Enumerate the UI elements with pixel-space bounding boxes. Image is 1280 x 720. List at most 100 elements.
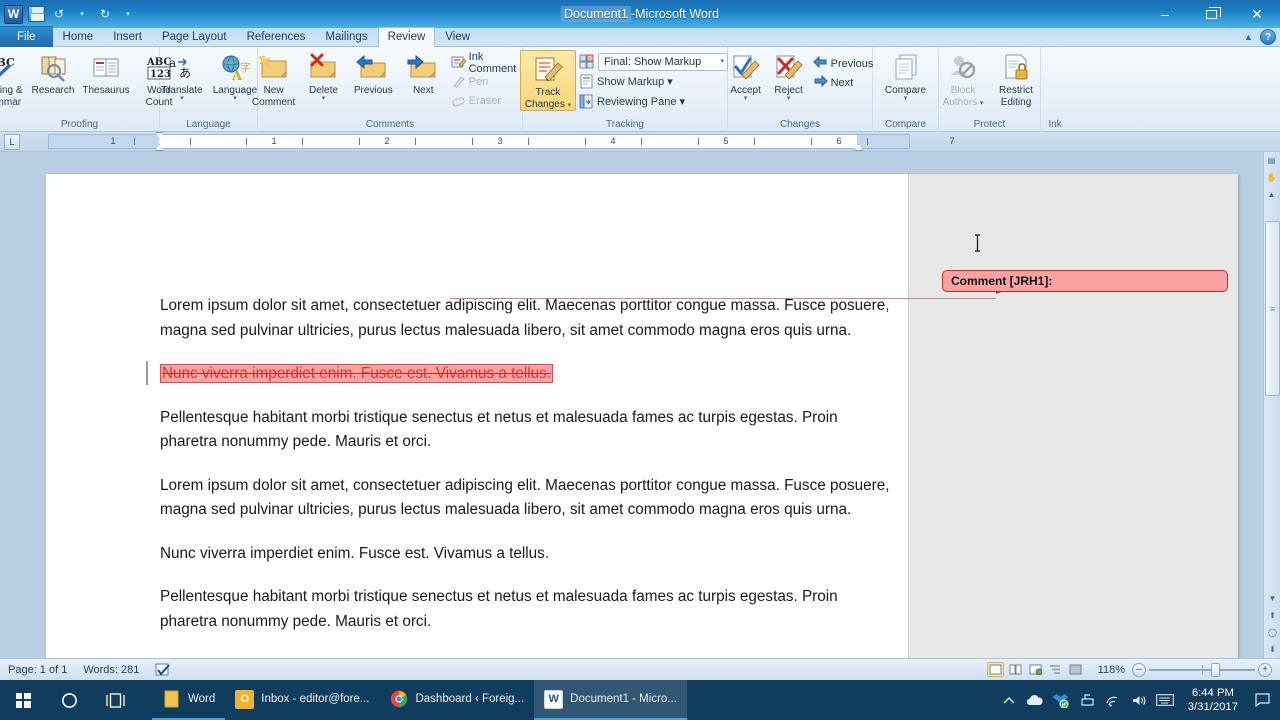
previous-comment-button[interactable]: Previous	[349, 49, 398, 96]
tab-file[interactable]: File	[0, 26, 53, 47]
hand-tool-icon[interactable]: ✋	[1263, 169, 1280, 186]
paragraph-1: Lorem ipsum dolor sit amet, consectetuer…	[160, 297, 890, 339]
view-web-layout-button[interactable]	[1027, 662, 1044, 677]
thesaurus-button[interactable]: Thesaurus	[80, 49, 132, 96]
thesaurus-icon	[91, 52, 121, 84]
compare-button[interactable]: Compare ▾	[880, 49, 932, 102]
customize-qat-button[interactable]: ▾	[118, 4, 138, 24]
volume-button[interactable]	[1126, 680, 1152, 720]
zoom-in-button[interactable]: +	[1258, 662, 1272, 677]
language-dropdown-icon[interactable]: ▾	[233, 95, 237, 102]
ribbon-group-language: a あ Translate ▾ A 字 Language ▾ Language	[160, 47, 258, 132]
next-change-icon	[813, 75, 828, 90]
page-indicator[interactable]: Page: 1 of 1	[0, 659, 75, 681]
reject-dropdown-icon[interactable]: ▾	[787, 95, 791, 102]
taskbar-clock[interactable]: 6:44 PM 3/31/2017	[1178, 686, 1248, 714]
view-full-screen-reading-button[interactable]	[1007, 662, 1024, 677]
undo-button[interactable]: ↺	[49, 4, 69, 24]
proofing-status-button[interactable]	[147, 659, 179, 681]
tab-mailings[interactable]: Mailings	[315, 27, 377, 47]
new-comment-button[interactable]: New Comment	[249, 49, 298, 108]
next-change-button[interactable]: Next	[811, 73, 876, 92]
compare-dropdown-icon[interactable]: ▾	[904, 95, 908, 102]
word-logo-icon[interactable]: W	[4, 4, 23, 24]
tab-review[interactable]: Review	[377, 27, 436, 47]
help-button[interactable]: ?	[1260, 29, 1276, 45]
restrict-editing-button[interactable]: Restrict Editing	[990, 49, 1042, 108]
display-for-review-dropdown[interactable]: Final: Show Markup ▾	[598, 52, 728, 71]
comment-balloon[interactable]: Comment [JRH1]:	[942, 270, 1228, 292]
view-print-layout-button[interactable]	[986, 662, 1004, 677]
zoom-out-button[interactable]: –	[1132, 662, 1146, 677]
save-button[interactable]	[26, 4, 46, 24]
document-page[interactable]: Lorem ipsum dolor sit amet, consectetuer…	[46, 174, 1238, 658]
tab-page-layout[interactable]: Page Layout	[152, 27, 237, 47]
accept-change-button[interactable]: Accept ▾	[725, 49, 767, 102]
tab-view[interactable]: View	[435, 27, 480, 47]
reject-change-button[interactable]: Reject ▾	[768, 49, 810, 102]
track-changes-button[interactable]: Track Changes ▾	[520, 50, 576, 111]
view-draft-button[interactable]	[1067, 662, 1084, 677]
safely-remove-hardware-button[interactable]	[1074, 680, 1100, 720]
redo-button[interactable]: ↻	[95, 4, 115, 24]
chevron-up-icon	[1003, 696, 1015, 703]
word-count-indicator[interactable]: Words: 281	[75, 659, 147, 681]
network-icon	[1106, 696, 1118, 707]
minimize-button[interactable]: –	[1142, 0, 1188, 28]
collapse-ribbon-button[interactable]: ▲	[1241, 30, 1256, 45]
deleted-text[interactable]: Nunc viverra imperdiet enim. Fusce est. …	[160, 364, 554, 383]
touch-keyboard-button[interactable]	[1152, 680, 1178, 720]
delete-comment-button[interactable]: Delete ▾	[299, 49, 348, 102]
next-page-button[interactable]: ⬇	[1264, 641, 1280, 658]
scroll-up-button[interactable]: ▲	[1263, 186, 1280, 203]
show-markup-button[interactable]: Show Markup ▾	[577, 72, 730, 91]
reviewing-pane-button[interactable]: Reviewing Pane ▾	[577, 92, 730, 111]
track-changes-dropdown-icon[interactable]: ▾	[568, 102, 572, 109]
research-button[interactable]: Research	[27, 49, 79, 96]
view-outline-button[interactable]	[1047, 662, 1064, 677]
translate-button[interactable]: a あ Translate ▾	[156, 49, 208, 102]
taskbar-item-chrome[interactable]: Dashboard ‹ Foreig...	[379, 680, 534, 720]
close-button[interactable]: ✕	[1234, 0, 1280, 28]
task-view-button[interactable]	[92, 680, 138, 720]
zoom-level-label[interactable]: 118%	[1098, 664, 1129, 676]
vertical-scrollbar[interactable]: ▤ ✋ ▲ ▼ ⬆ ◯ ⬇	[1263, 152, 1280, 658]
show-hidden-icons-button[interactable]	[996, 680, 1022, 720]
restore-button[interactable]	[1188, 0, 1234, 28]
tab-home[interactable]: Home	[53, 27, 104, 47]
scrollbar-bottom-tools: ▼ ⬆ ◯ ⬇	[1264, 590, 1280, 658]
tab-insert[interactable]: Insert	[103, 27, 152, 47]
taskbar-item-word-pinned[interactable]: Word	[152, 680, 226, 720]
ink-comment-button[interactable]: Ink Comment	[449, 51, 531, 75]
cortana-search-button[interactable]	[46, 680, 92, 720]
dropbox-tray-button[interactable]	[1048, 680, 1074, 720]
network-button[interactable]	[1100, 680, 1126, 720]
start-button[interactable]	[0, 680, 46, 720]
accept-dropdown-icon[interactable]: ▾	[744, 95, 748, 102]
tab-stop-selector[interactable]: L	[4, 134, 20, 150]
undo-dropdown[interactable]: ▾	[72, 4, 92, 24]
action-center-button[interactable]	[1248, 680, 1276, 720]
ribbon-group-tracking: Track Changes ▾ Final: Show Markup ▾ Sho…	[520, 47, 730, 132]
group-label-tracking: Tracking	[606, 119, 644, 130]
ruler-tick	[698, 138, 699, 145]
spelling-grammar-button[interactable]: ABC Spelling & Grammar	[0, 49, 26, 108]
select-browse-object-button[interactable]: ◯	[1264, 624, 1280, 641]
delete-comment-dropdown-icon[interactable]: ▾	[322, 95, 326, 102]
zoom-slider[interactable]	[1149, 662, 1255, 677]
document-body-text[interactable]: Lorem ipsum dolor sit amet, consectetuer…	[146, 294, 890, 634]
scroll-down-button[interactable]: ▼	[1264, 590, 1280, 607]
horizontal-ruler[interactable]: L 1 1 2 3 4 5 6 7	[0, 132, 1280, 152]
onedrive-tray-button[interactable]	[1022, 680, 1048, 720]
scrollbar-thumb[interactable]	[1265, 221, 1280, 396]
select-browse-object-icon[interactable]: ▤	[1263, 152, 1280, 169]
previous-change-button[interactable]: Previous	[811, 54, 876, 73]
display-for-review-row: Final: Show Markup ▾	[577, 52, 730, 71]
tab-references[interactable]: References	[237, 27, 316, 47]
zoom-slider-thumb[interactable]	[1211, 662, 1220, 677]
translate-dropdown-icon[interactable]: ▾	[180, 95, 184, 102]
previous-page-button[interactable]: ⬆	[1264, 607, 1280, 624]
taskbar-item-word-document[interactable]: W Document1 - Micro...	[534, 680, 687, 720]
taskbar-item-outlook[interactable]: O Inbox - editor@fore...	[225, 680, 379, 720]
next-comment-button[interactable]: Next	[399, 49, 448, 96]
